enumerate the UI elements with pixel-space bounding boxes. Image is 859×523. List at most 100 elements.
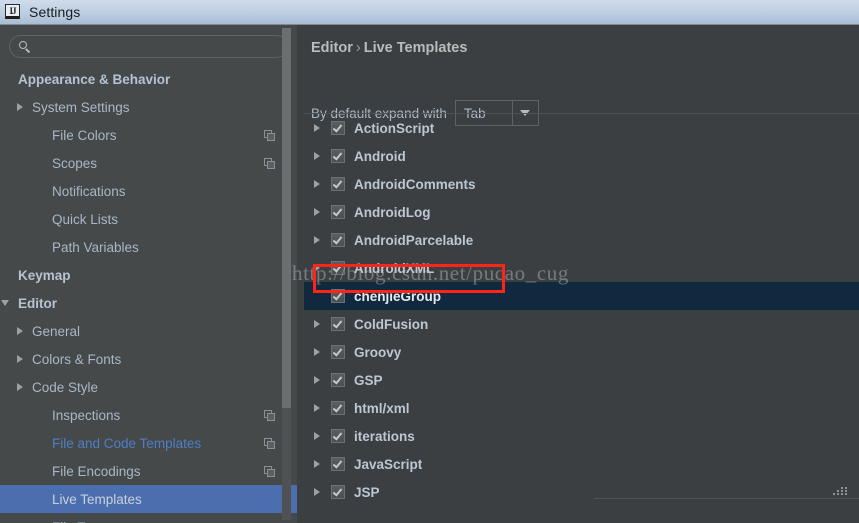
template-group-checkbox[interactable] [331, 289, 345, 303]
sidebar-item-live-templates[interactable]: Live Templates [0, 485, 297, 513]
template-group-label: ColdFusion [354, 316, 429, 332]
template-group-row[interactable]: AndroidXML [304, 254, 859, 282]
breadcrumb-separator-icon: › [355, 40, 361, 56]
sidebar-item-general[interactable]: General [0, 317, 297, 345]
template-group-checkbox[interactable] [331, 261, 345, 275]
chevron-right-icon[interactable] [14, 380, 28, 394]
chevron-right-icon[interactable] [14, 352, 28, 366]
chevron-right-icon[interactable] [311, 121, 325, 135]
sidebar-item-notifications[interactable]: Notifications [0, 177, 297, 205]
sidebar-item-file-colors[interactable]: File Colors [0, 121, 297, 149]
breadcrumb-current: Live Templates [363, 40, 468, 56]
template-group-checkbox[interactable] [331, 149, 345, 163]
sidebar-item-label: Appearance & Behavior [18, 71, 171, 87]
chevron-right-icon[interactable] [311, 261, 325, 275]
sidebar-item-colors-fonts[interactable]: Colors & Fonts [0, 345, 297, 373]
template-group-row[interactable]: Groovy [304, 338, 859, 366]
copy-settings-icon[interactable] [264, 130, 275, 141]
sidebar-item-file-and-code-templates[interactable]: File and Code Templates [0, 429, 297, 457]
template-group-row[interactable]: AndroidLog [304, 198, 859, 226]
template-group-row[interactable]: JSP [304, 478, 859, 499]
template-group-checkbox[interactable] [331, 177, 345, 191]
template-group-row[interactable]: JavaScript [304, 450, 859, 478]
chevron-down-icon[interactable] [0, 296, 14, 310]
template-group-checkbox[interactable] [331, 345, 345, 359]
chevron-right-icon[interactable] [311, 373, 325, 387]
sidebar-scrollbar-thumb[interactable] [282, 28, 291, 408]
template-group-row[interactable]: ActionScript [304, 114, 859, 142]
sidebar-item-path-variables[interactable]: Path Variables [0, 233, 297, 261]
intellij-idea-icon: IJ [5, 4, 21, 20]
sidebar-item-appearance-behavior[interactable]: Appearance & Behavior [0, 65, 297, 93]
sidebar-item-keymap[interactable]: Keymap [0, 261, 297, 289]
template-group-row[interactable]: ColdFusion [304, 310, 859, 338]
search-input[interactable] [31, 38, 287, 55]
sidebar-item-label: Colors & Fonts [32, 351, 122, 367]
template-group-label: AndroidLog [354, 204, 431, 220]
sidebar-item-file-types[interactable]: File Types [0, 513, 297, 523]
search-box[interactable] [9, 35, 288, 58]
sidebar-item-label: Keymap [18, 267, 71, 283]
chevron-right-icon[interactable] [311, 457, 325, 471]
window-titlebar: IJ Settings [0, 0, 859, 25]
chevron-right-icon[interactable] [311, 485, 325, 499]
sidebar-item-code-style[interactable]: Code Style [0, 373, 297, 401]
template-group-checkbox[interactable] [331, 485, 345, 499]
template-group-row[interactable]: chenjieGroup [304, 282, 859, 310]
dialog-bottom-area [594, 498, 859, 523]
template-group-row[interactable]: GSP [304, 366, 859, 394]
chevron-right-icon[interactable] [311, 233, 325, 247]
template-group-checkbox[interactable] [331, 401, 345, 415]
sidebar-item-system-settings[interactable]: System Settings [0, 93, 297, 121]
chevron-right-icon[interactable] [311, 317, 325, 331]
chevron-right-icon[interactable] [311, 177, 325, 191]
copy-settings-icon[interactable] [264, 466, 275, 477]
resize-grip-icon[interactable] [833, 487, 847, 495]
sidebar-item-scopes[interactable]: Scopes [0, 149, 297, 177]
template-group-label: AndroidComments [354, 176, 476, 192]
template-group-checkbox[interactable] [331, 205, 345, 219]
template-group-row[interactable]: iterations [304, 422, 859, 450]
sidebar-item-inspections[interactable]: Inspections [0, 401, 297, 429]
chevron-right-icon[interactable] [311, 429, 325, 443]
chevron-right-icon[interactable] [14, 324, 28, 338]
template-group-label: iterations [354, 428, 415, 444]
sidebar-item-editor[interactable]: Editor [0, 289, 297, 317]
sidebar-item-label: Live Templates [52, 491, 142, 507]
copy-settings-icon[interactable] [264, 410, 275, 421]
copy-settings-icon[interactable] [264, 438, 275, 449]
chevron-right-icon[interactable] [14, 100, 28, 114]
chevron-right-icon[interactable] [311, 149, 325, 163]
sidebar-item-label: General [32, 323, 81, 339]
template-group-row[interactable]: html/xml [304, 394, 859, 422]
copy-settings-icon[interactable] [264, 158, 275, 169]
template-group-label: AndroidParcelable [354, 232, 474, 248]
template-group-checkbox[interactable] [331, 429, 345, 443]
chevron-right-icon[interactable] [311, 401, 325, 415]
template-group-row[interactable]: Android [304, 142, 859, 170]
sidebar-item-quick-lists[interactable]: Quick Lists [0, 205, 297, 233]
sidebar-item-file-encodings[interactable]: File Encodings [0, 457, 297, 485]
sidebar-item-label: System Settings [32, 99, 130, 115]
template-group-row[interactable]: AndroidComments [304, 170, 859, 198]
chevron-right-icon[interactable] [311, 205, 325, 219]
search-icon [19, 40, 31, 53]
template-group-checkbox[interactable] [331, 317, 345, 331]
template-group-label: JSP [354, 484, 380, 500]
search-field-wrapper [9, 35, 288, 58]
template-group-checkbox[interactable] [331, 457, 345, 471]
template-group-checkbox[interactable] [331, 121, 345, 135]
template-group-row[interactable]: AndroidParcelable [304, 226, 859, 254]
sidebar-item-label: Code Style [32, 379, 99, 395]
sidebar-scrollbar[interactable] [282, 28, 291, 520]
template-group-checkbox[interactable] [331, 373, 345, 387]
chevron-right-icon[interactable] [311, 345, 325, 359]
breadcrumb-parent[interactable]: Editor [311, 40, 353, 56]
template-group-checkbox[interactable] [331, 233, 345, 247]
